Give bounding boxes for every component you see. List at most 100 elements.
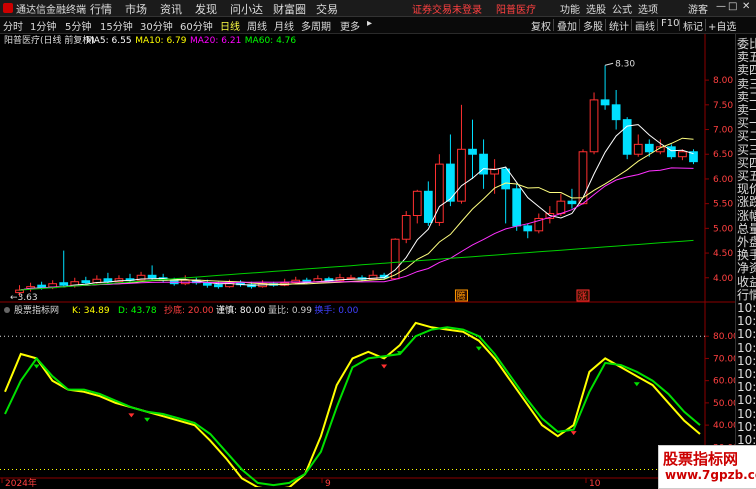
period-weekly[interactable]: 周线	[247, 18, 267, 33]
sub-y-tick-label: 70.00	[713, 354, 735, 364]
menu-options[interactable]: 选项	[638, 1, 658, 16]
divider	[553, 19, 554, 31]
stats-button[interactable]: 统计	[609, 18, 629, 33]
sidebar-item: 涨跌	[737, 195, 756, 210]
sidebar-item: 卖四	[737, 63, 756, 78]
period-daily[interactable]: 日线	[220, 18, 240, 33]
candle	[214, 284, 223, 288]
period-5min[interactable]: 5分钟	[65, 18, 91, 33]
menu-discover[interactable]: 发现	[195, 1, 217, 17]
adjust-button[interactable]: 复权	[531, 18, 551, 33]
sidebar-item: 总量	[737, 221, 756, 236]
candle	[434, 163, 444, 223]
candle	[600, 99, 610, 106]
sidebar-item: 换手	[737, 248, 756, 263]
menu-function[interactable]: 功能	[560, 1, 580, 16]
chart-title: 阳普医疗(日线 前复权)	[4, 34, 95, 46]
draw-button[interactable]: 画线	[635, 18, 655, 33]
cross-arrow	[381, 364, 388, 369]
minimize-icon[interactable]: —	[716, 1, 726, 12]
candle	[633, 143, 643, 155]
sidebar-item: 买一	[737, 116, 756, 131]
period-more[interactable]: 更多	[340, 18, 360, 33]
menu-wealth[interactable]: 财富圈	[273, 1, 306, 17]
multi-stock-button[interactable]: 多股	[583, 18, 603, 33]
candle	[556, 200, 566, 215]
date-label: 9	[325, 479, 331, 487]
candle	[59, 282, 69, 286]
candle	[589, 99, 599, 153]
y-tick-label: 7.00	[713, 126, 733, 136]
menu-ask[interactable]: 问小达	[230, 1, 263, 17]
period-tick[interactable]: 分时	[3, 18, 23, 33]
login-notice[interactable]: 证券交易未登录	[412, 1, 482, 16]
f10-button[interactable]: F10	[661, 18, 679, 29]
ma-legend: MA20: 6.21	[190, 36, 241, 46]
y-tick-label: 8.00	[713, 76, 733, 86]
candle	[412, 190, 422, 217]
sidebar-item: 10:0	[737, 314, 756, 329]
watermark-title: 股票指标网	[663, 450, 739, 468]
menu-quotes[interactable]: 行情	[90, 1, 112, 17]
sidebar-item: 买三	[737, 142, 756, 157]
y-tick-label: 5.00	[713, 224, 733, 234]
menu-news[interactable]: 资讯	[160, 1, 182, 17]
ma-legend: MA5: 6.55	[86, 36, 132, 46]
ma-legend: MA10: 6.79	[135, 36, 187, 46]
sidebar-item: 10:0	[737, 340, 756, 355]
sidebar-item: 卖二	[737, 89, 756, 104]
date-label: 2024年	[5, 477, 37, 487]
guest-label[interactable]: 游客	[688, 1, 708, 16]
sidebar-item: 10:0	[737, 393, 756, 408]
divider	[605, 19, 606, 31]
candle	[346, 277, 356, 280]
sidebar-item: 买五	[737, 169, 756, 183]
sidebar-item: 10:0	[737, 353, 756, 368]
candle	[678, 151, 687, 158]
add-watchlist-button[interactable]: +自选	[708, 18, 736, 33]
overlay-button[interactable]: 叠加	[557, 18, 577, 33]
stock-chart[interactable]: 4.004.505.005.506.006.507.007.508.0030.0…	[0, 34, 735, 487]
menu-trade[interactable]: 交易	[316, 1, 338, 17]
cross-arrow	[633, 382, 640, 387]
settings-icon	[4, 307, 10, 313]
sidebar-item: 卖一	[737, 103, 756, 117]
period-60min[interactable]: 60分钟	[180, 18, 213, 33]
ma-line	[19, 137, 694, 291]
close-icon[interactable]: ✕	[742, 1, 750, 12]
period-monthly[interactable]: 月线	[274, 18, 294, 33]
ma-line	[19, 167, 694, 291]
indicator-legend: 抄底: 20.00	[164, 304, 214, 316]
period-toolbar: 分时 1分钟 5分钟 15分钟 30分钟 60分钟 日线 周线 月线 多周期 更…	[0, 17, 756, 34]
event-badge-label: 涨	[578, 291, 587, 302]
sidebar-item: 10:0	[737, 367, 756, 381]
period-1min[interactable]: 1分钟	[30, 18, 56, 33]
period-15min[interactable]: 15分钟	[100, 18, 133, 33]
divider	[705, 19, 706, 31]
menu-formula[interactable]: 公式	[612, 1, 632, 16]
kd-indicator-lines	[0, 321, 705, 487]
indicator-legend: 换手: 0.00	[314, 304, 358, 316]
cross-arrow	[33, 364, 40, 369]
ma-legend: MA60: 4.76	[245, 36, 297, 46]
y-tick-label: 4.50	[713, 249, 733, 259]
menu-market[interactable]: 市场	[125, 1, 147, 17]
site-watermark: 股票指标网 www.7gpzb.com	[658, 445, 756, 489]
candle	[611, 104, 621, 121]
candle	[523, 225, 533, 232]
sidebar-item: 10:0	[737, 327, 756, 342]
stock-name: 阳普医疗	[496, 5, 536, 16]
more-chevron-icon[interactable]: ▸	[367, 18, 372, 29]
y-tick-label: 7.50	[713, 101, 733, 111]
sidebar-item: 卖三	[737, 76, 756, 91]
menu-pick[interactable]: 选股	[586, 1, 606, 16]
mark-button[interactable]: 标记	[683, 18, 703, 33]
indicator-line	[4, 321, 701, 487]
period-multi[interactable]: 多周期	[301, 18, 331, 33]
period-30min[interactable]: 30分钟	[140, 18, 173, 33]
indicator-line	[4, 326, 701, 487]
sidebar-item: 涨幅	[737, 208, 756, 223]
maximize-icon[interactable]: □	[728, 1, 737, 12]
chart-labels: 阳普医疗(日线 前复权)MA5: 6.55 MA10: 6.79 MA20: 6.2…	[4, 34, 635, 316]
sidebar-item: 行情	[737, 287, 756, 302]
